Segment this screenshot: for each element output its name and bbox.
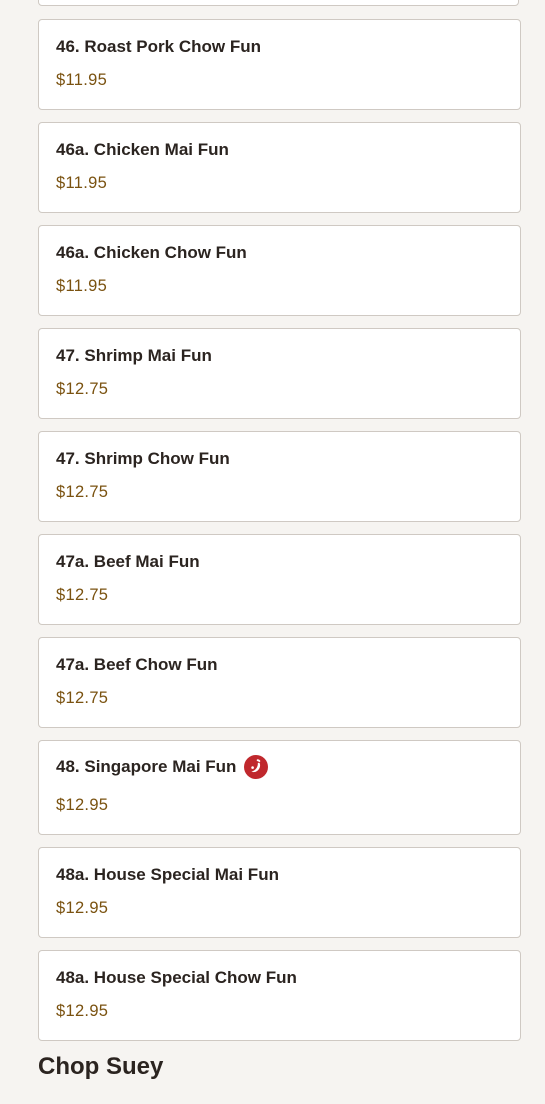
menu-item-price: $12.95 bbox=[56, 1002, 109, 1020]
menu-item-price: $12.95 bbox=[56, 899, 109, 917]
menu-item-card[interactable]: 47a. Beef Chow Fun $12.75 bbox=[38, 637, 521, 728]
menu-item-name: 47a. Beef Mai Fun bbox=[56, 552, 200, 571]
menu-item-name: 47. Shrimp Chow Fun bbox=[56, 449, 230, 468]
menu-item-price: $11.95 bbox=[56, 174, 108, 192]
menu-item-name: 46. Roast Pork Chow Fun bbox=[56, 37, 261, 56]
menu-item-card-partial[interactable] bbox=[38, 0, 519, 6]
menu-item-name: 47. Shrimp Mai Fun bbox=[56, 346, 212, 365]
menu-item-name: 48a. House Special Chow Fun bbox=[56, 968, 297, 987]
menu-item-card[interactable]: 48a. House Special Mai Fun $12.95 bbox=[38, 847, 521, 938]
menu-item-card[interactable]: 47. Shrimp Mai Fun $12.75 bbox=[38, 328, 521, 419]
menu-item-price: $12.95 bbox=[56, 796, 109, 814]
menu-item-name: 46a. Chicken Chow Fun bbox=[56, 243, 247, 262]
menu-item-price: $12.75 bbox=[56, 586, 109, 604]
menu-item-name: 47a. Beef Chow Fun bbox=[56, 655, 218, 674]
menu-item-card[interactable]: 46. Roast Pork Chow Fun $11.95 bbox=[38, 19, 521, 110]
menu-item-name: 48. Singapore Mai Fun bbox=[56, 755, 269, 779]
menu-item-name: 46a. Chicken Mai Fun bbox=[56, 140, 229, 159]
menu-item-price: $11.95 bbox=[56, 71, 108, 89]
menu-item-price: $11.95 bbox=[56, 277, 108, 295]
menu-item-card[interactable]: 46a. Chicken Mai Fun $11.95 bbox=[38, 122, 521, 213]
menu-item-card[interactable]: 47. Shrimp Chow Fun $12.75 bbox=[38, 431, 521, 522]
section-title: Chop Suey bbox=[38, 1053, 164, 1080]
menu-item-price: $12.75 bbox=[56, 380, 109, 398]
menu-item-price: $12.75 bbox=[56, 483, 109, 501]
spicy-icon bbox=[244, 755, 269, 779]
menu-item-card[interactable]: 48. Singapore Mai Fun $12.95 bbox=[38, 740, 521, 835]
menu-item-card[interactable]: 48a. House Special Chow Fun $12.95 bbox=[38, 950, 521, 1041]
menu-item-name: 48a. House Special Mai Fun bbox=[56, 865, 279, 884]
menu-item-card[interactable]: 46a. Chicken Chow Fun $11.95 bbox=[38, 225, 521, 316]
menu-item-price: $12.75 bbox=[56, 689, 109, 707]
menu-item-card[interactable]: 47a. Beef Mai Fun $12.75 bbox=[38, 534, 521, 625]
